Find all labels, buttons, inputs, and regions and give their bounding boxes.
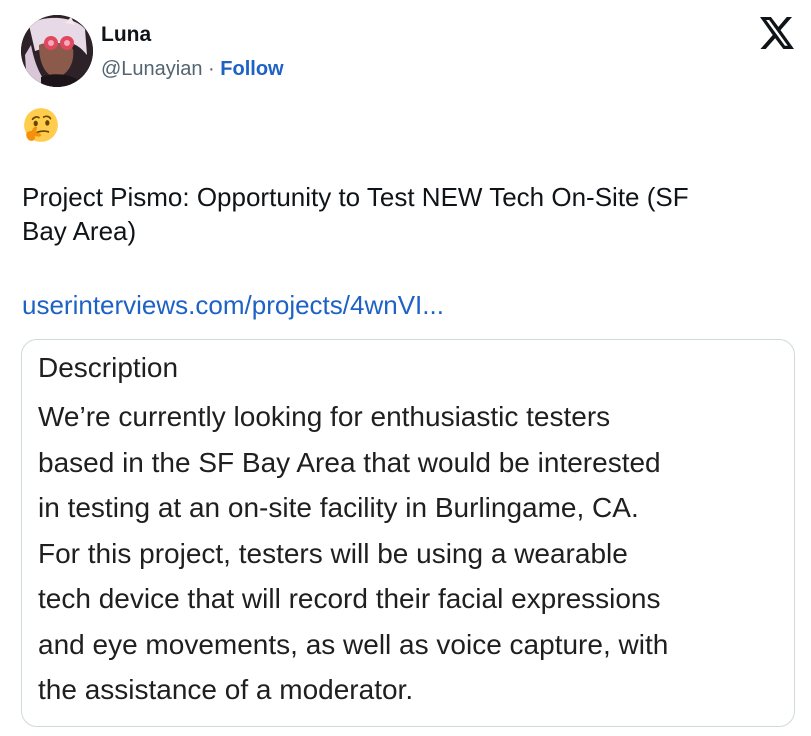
link-preview-card[interactable]: Description We’re currently looking for … [21, 339, 795, 727]
author-meta: @Lunayian · Follow [101, 56, 284, 82]
follow-button[interactable]: Follow [220, 58, 283, 80]
thinking-face-icon [22, 106, 60, 144]
x-logo-icon[interactable] [760, 17, 794, 49]
card-description-line: For this project, testers will be using … [38, 537, 628, 569]
tweet-embed: Luna @Lunayian · Follow Project Pismo: O… [0, 0, 811, 736]
card-description-line: We’re currently looking for enthusiastic… [38, 401, 611, 432]
tweet-text: Project Pismo: Opportunity to Test NEW T… [22, 180, 792, 248]
avatar-image [21, 15, 93, 87]
avatar[interactable] [21, 15, 93, 87]
card-description-line: tech device that will record their facia… [38, 583, 661, 614]
card-description-line: in testing at an on-site facility in Bur… [38, 492, 639, 523]
card-description-line: based in the SF Bay Area that would be i… [38, 446, 661, 478]
tweet-link[interactable]: userinterviews.com/projects/4wnVI... [22, 288, 444, 322]
author-name[interactable]: Luna [101, 22, 151, 48]
card-title: Description [38, 352, 179, 383]
card-description: We’re currently looking for enthusiastic… [38, 394, 778, 713]
card-description-line: the assistance of a moderator. [38, 674, 414, 705]
separator-dot: · [202, 58, 221, 80]
tweet-text-line: Bay Area) [22, 216, 137, 246]
card-description-line: and eye movements, as well as voice capt… [38, 628, 669, 660]
author-handle[interactable]: @Lunayian [101, 58, 202, 80]
tweet-text-line: Project Pismo: Opportunity to Test NEW T… [22, 182, 689, 212]
